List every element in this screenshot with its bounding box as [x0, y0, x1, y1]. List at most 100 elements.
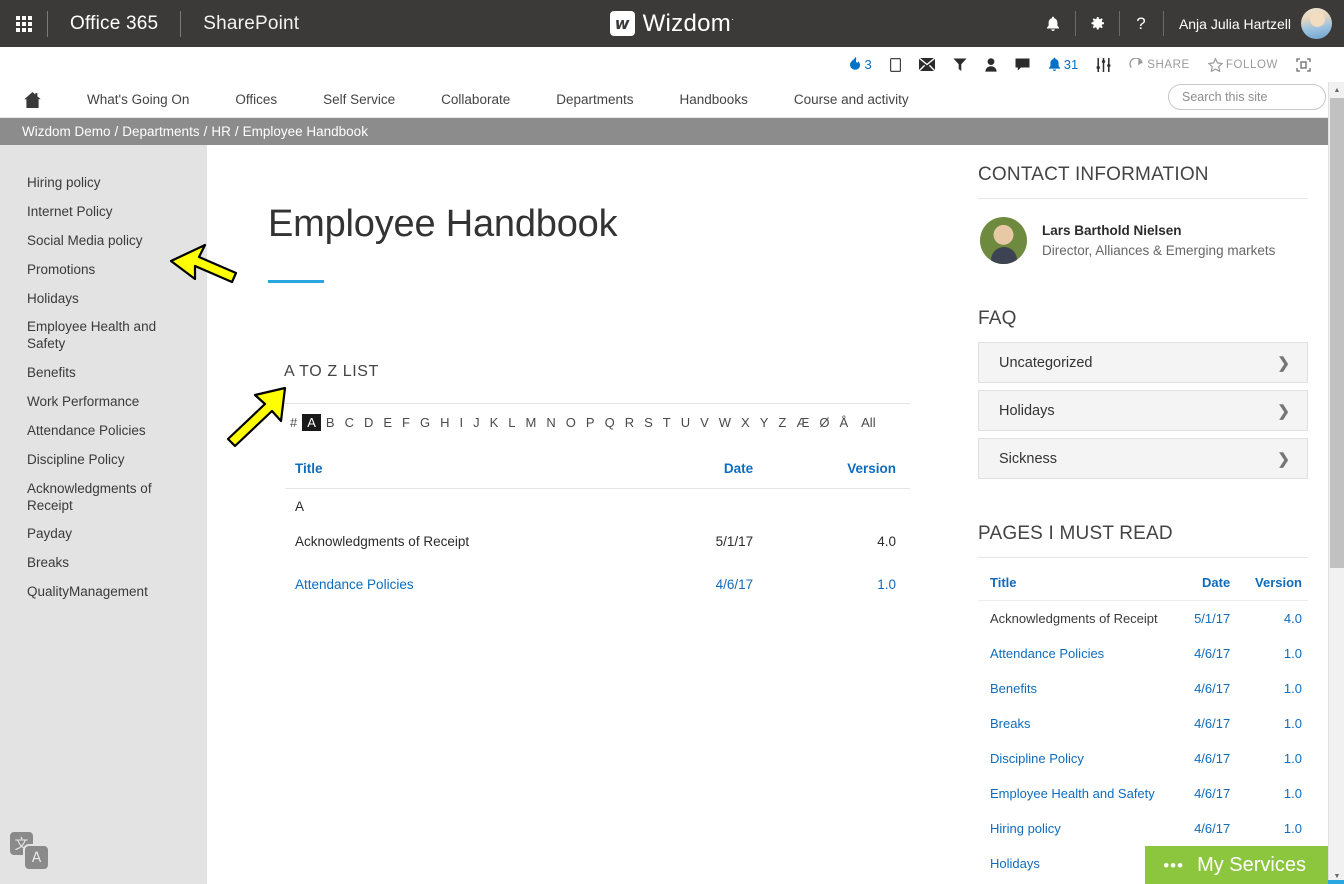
- az-letter-q[interactable]: Q: [600, 414, 620, 431]
- row-title[interactable]: Hiring policy: [978, 811, 1176, 846]
- nav-item-course-and-activity[interactable]: Course and activity: [771, 92, 932, 107]
- sidebar-item-breaks[interactable]: Breaks: [0, 549, 207, 578]
- sidebar-item-attendance-policies[interactable]: Attendance Policies: [0, 417, 207, 446]
- nav-item-handbooks[interactable]: Handbooks: [657, 92, 771, 107]
- table-row[interactable]: Acknowledgments of Receipt 5/1/17 4.0: [285, 520, 910, 563]
- az-letter-t[interactable]: T: [658, 414, 676, 431]
- column-header-version[interactable]: Version: [1236, 570, 1308, 601]
- az-letter-h[interactable]: H: [435, 414, 454, 431]
- table-row[interactable]: Hiring policy 4/6/17 1.0: [978, 811, 1308, 846]
- share-button[interactable]: SHARE: [1120, 47, 1199, 82]
- az-letter-i[interactable]: I: [455, 414, 469, 431]
- nav-item-collaborate[interactable]: Collaborate: [418, 92, 533, 107]
- table-row[interactable]: Employee Health and Safety 4/6/17 1.0: [978, 776, 1308, 811]
- table-row[interactable]: Benefits 4/6/17 1.0: [978, 671, 1308, 706]
- az-letter-x[interactable]: X: [736, 414, 755, 431]
- row-title[interactable]: Discipline Policy: [978, 741, 1176, 776]
- sidebar-item-payday[interactable]: Payday: [0, 520, 207, 549]
- sharepoint-link[interactable]: SharePoint: [181, 13, 321, 35]
- sidebar-item-hiring-policy[interactable]: Hiring policy: [0, 169, 207, 198]
- az-letter-hash[interactable]: #: [285, 414, 302, 431]
- sidebar-item-internet-policy[interactable]: Internet Policy: [0, 198, 207, 227]
- az-letter-c[interactable]: C: [340, 414, 359, 431]
- person-icon[interactable]: [976, 47, 1006, 82]
- az-letter-a[interactable]: A: [302, 414, 321, 431]
- sidebar-item-social-media-policy[interactable]: Social Media policy: [0, 227, 207, 256]
- focus-on-content-icon[interactable]: [1287, 47, 1320, 82]
- contact-card[interactable]: Lars Barthold Nielsen Director, Alliance…: [978, 199, 1308, 264]
- sidebar-item-acknowledgments-of-receipt[interactable]: Acknowledgments of Receipt: [0, 475, 207, 521]
- sidebar-item-benefits[interactable]: Benefits: [0, 359, 207, 388]
- table-row[interactable]: Attendance Policies 4/6/17 1.0: [978, 636, 1308, 671]
- row-title-link[interactable]: Attendance Policies: [990, 646, 1104, 661]
- nav-item-departments[interactable]: Departments: [533, 92, 656, 107]
- az-letter-g[interactable]: G: [415, 414, 435, 431]
- comments-icon[interactable]: [1006, 47, 1039, 82]
- az-letter-p[interactable]: P: [581, 414, 600, 431]
- my-services-button[interactable]: ••• My Services: [1145, 846, 1328, 884]
- az-letter-k[interactable]: K: [485, 414, 504, 431]
- faq-item-uncategorized[interactable]: Uncategorized ❯: [978, 342, 1308, 383]
- nav-item-whats-going-on[interactable]: What's Going On: [64, 92, 212, 107]
- sidebar-item-holidays[interactable]: Holidays: [0, 285, 207, 314]
- table-row[interactable]: Acknowledgments of Receipt 5/1/17 4.0: [978, 601, 1308, 637]
- row-title[interactable]: Benefits: [978, 671, 1176, 706]
- follow-button[interactable]: FOLLOW: [1199, 47, 1287, 82]
- sidebar-item-employee-health-and-safety[interactable]: Employee Health and Safety: [0, 313, 207, 359]
- home-icon[interactable]: [0, 91, 64, 109]
- filter-funnel-icon[interactable]: [944, 47, 976, 82]
- notifications-bell-icon[interactable]: [1031, 0, 1075, 47]
- row-title[interactable]: Employee Health and Safety: [978, 776, 1176, 811]
- page-scrollbar[interactable]: ▲ ▼: [1328, 82, 1344, 884]
- column-header-title[interactable]: Title: [978, 570, 1176, 601]
- sidebar-item-qualitymanagement[interactable]: QualityManagement: [0, 578, 207, 607]
- sliders-settings-icon[interactable]: [1087, 47, 1120, 82]
- az-letter-d[interactable]: D: [359, 414, 378, 431]
- az-letter-o[interactable]: O: [561, 414, 581, 431]
- row-title-link[interactable]: Benefits: [990, 681, 1037, 696]
- flame-points-icon[interactable]: 3: [840, 47, 881, 82]
- row-title[interactable]: Attendance Policies: [285, 563, 646, 606]
- az-letter-u[interactable]: U: [676, 414, 695, 431]
- az-letter-r[interactable]: R: [620, 414, 639, 431]
- column-header-date[interactable]: Date: [1176, 570, 1236, 601]
- breadcrumb-item-wizdom-demo[interactable]: Wizdom Demo: [22, 124, 111, 139]
- row-title-link[interactable]: Holidays: [990, 856, 1040, 871]
- scroll-up-arrow-icon[interactable]: ▲: [1329, 82, 1344, 98]
- az-letter-v[interactable]: V: [695, 414, 714, 431]
- az-letter-l[interactable]: L: [503, 414, 520, 431]
- sidebar-item-work-performance[interactable]: Work Performance: [0, 388, 207, 417]
- nav-item-offices[interactable]: Offices: [212, 92, 300, 107]
- notifications-count-icon[interactable]: 31: [1039, 47, 1087, 82]
- sidebar-item-promotions[interactable]: Promotions: [0, 256, 207, 285]
- search-input[interactable]: [1182, 90, 1343, 104]
- mail-envelope-icon[interactable]: [910, 47, 944, 82]
- app-launcher-icon[interactable]: [0, 0, 47, 47]
- search-box[interactable]: [1168, 84, 1326, 110]
- table-row[interactable]: Discipline Policy 4/6/17 1.0: [978, 741, 1308, 776]
- row-title[interactable]: Attendance Policies: [978, 636, 1176, 671]
- office365-link[interactable]: Office 365: [48, 13, 180, 35]
- faq-item-holidays[interactable]: Holidays ❯: [978, 390, 1308, 431]
- settings-gear-icon[interactable]: [1075, 0, 1119, 47]
- az-letter-m[interactable]: M: [521, 414, 542, 431]
- az-letter-aa[interactable]: Å: [834, 414, 853, 431]
- table-row[interactable]: Attendance Policies 4/6/17 1.0: [285, 563, 910, 606]
- sidebar-item-discipline-policy[interactable]: Discipline Policy: [0, 446, 207, 475]
- breadcrumb-item-departments[interactable]: Departments: [122, 124, 199, 139]
- column-header-date[interactable]: Date: [646, 455, 767, 489]
- az-letter-b[interactable]: B: [321, 414, 340, 431]
- row-title-link[interactable]: Attendance Policies: [295, 577, 414, 592]
- az-letter-w[interactable]: W: [714, 414, 736, 431]
- translate-widget-icon[interactable]: 文 A: [8, 830, 54, 876]
- az-letter-all[interactable]: All: [853, 414, 880, 431]
- az-letter-ae[interactable]: Æ: [791, 414, 814, 431]
- az-letter-oe[interactable]: Ø: [814, 414, 834, 431]
- table-row[interactable]: Breaks 4/6/17 1.0: [978, 706, 1308, 741]
- faq-item-sickness[interactable]: Sickness ❯: [978, 438, 1308, 479]
- az-letter-s[interactable]: S: [639, 414, 658, 431]
- help-icon[interactable]: ?: [1119, 0, 1163, 47]
- column-header-title[interactable]: Title: [285, 455, 646, 489]
- row-title-link[interactable]: Breaks: [990, 716, 1030, 731]
- row-title-link[interactable]: Hiring policy: [990, 821, 1061, 836]
